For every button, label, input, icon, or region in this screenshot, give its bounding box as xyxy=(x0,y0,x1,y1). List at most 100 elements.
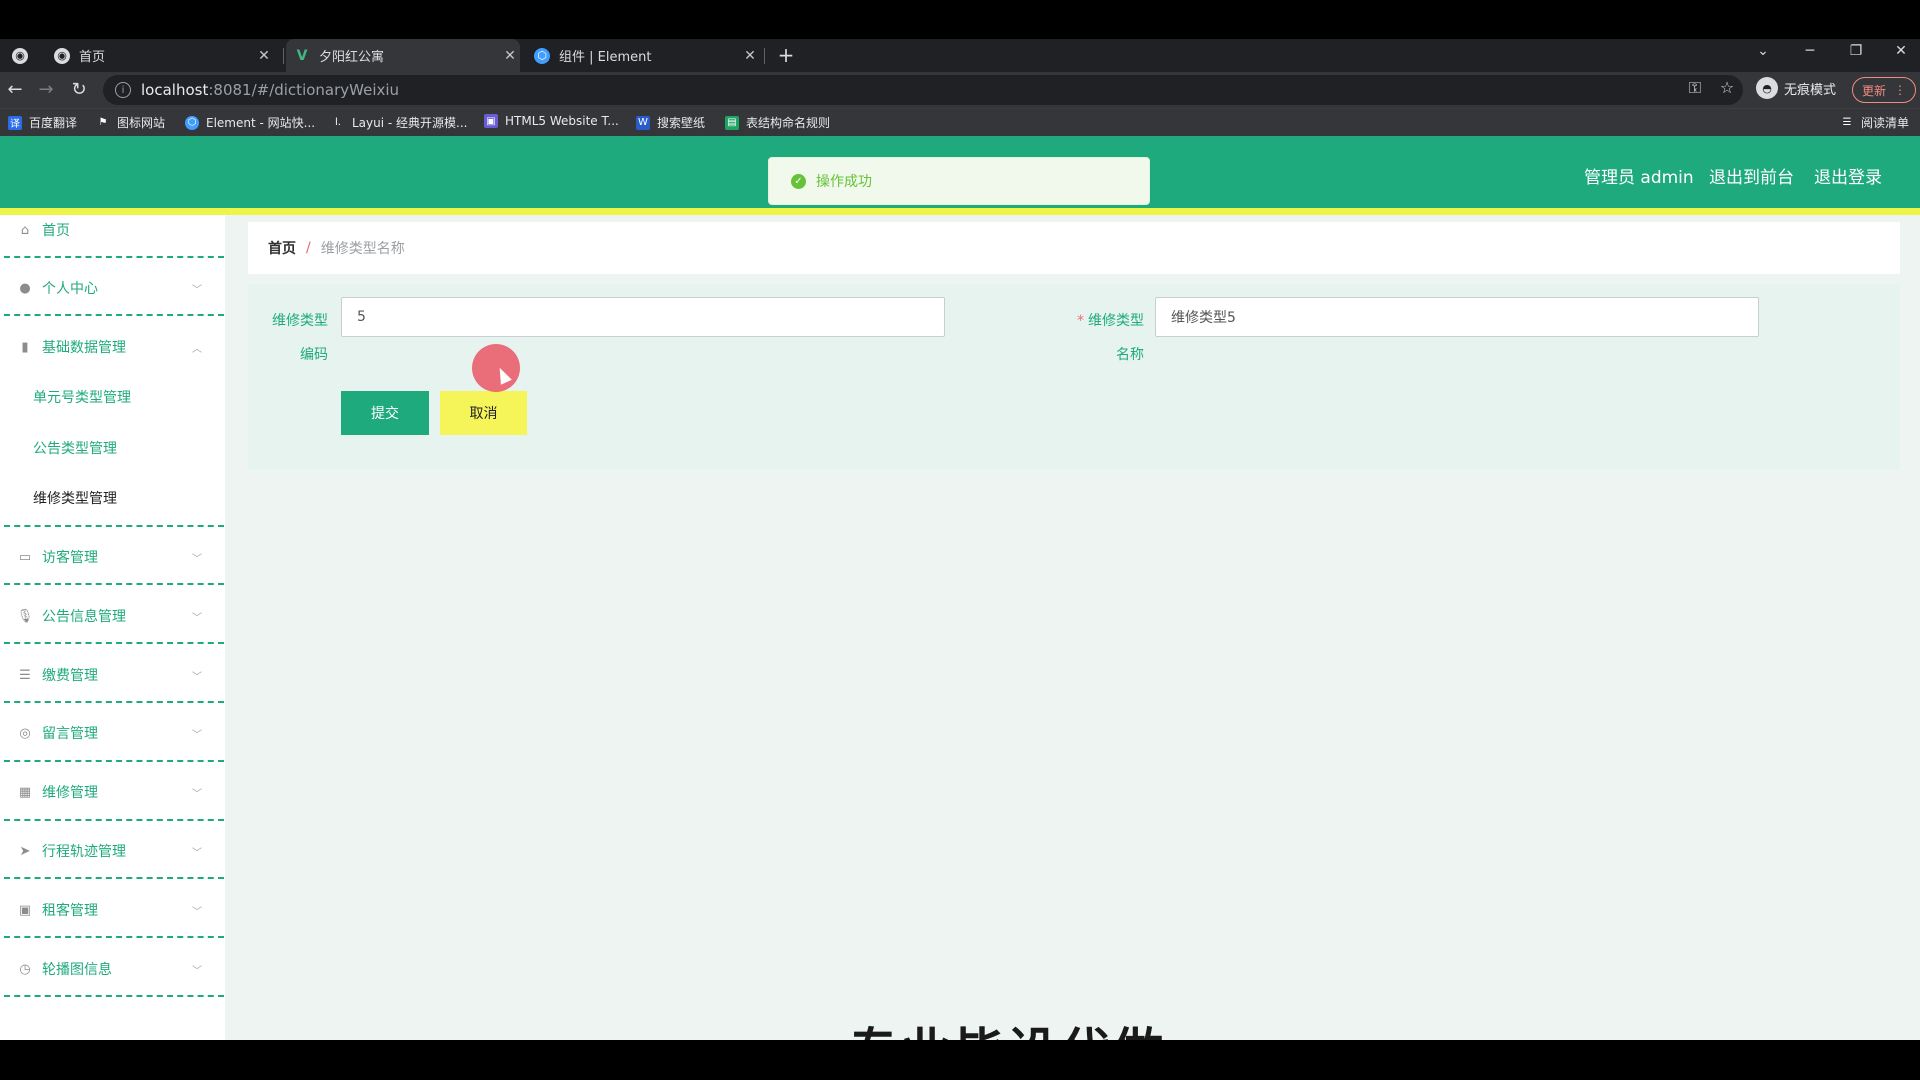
forward-arrow-icon[interactable]: → xyxy=(34,78,58,102)
chart-icon: ▮ xyxy=(21,339,29,355)
header-accent-line xyxy=(0,208,1920,215)
reading-list[interactable]: ☰ 阅读清单 xyxy=(1840,114,1910,131)
tab-apartment[interactable]: V 夕阳红公寓 ✕ xyxy=(286,39,520,72)
sidebar-item-label: 访客管理 xyxy=(42,550,98,566)
monitor-icon: ▭ xyxy=(18,549,32,565)
chevron-down-icon: ﹀ xyxy=(192,847,202,859)
sidebar-subitem-repair-type[interactable]: 维修类型管理 xyxy=(33,488,117,508)
bookmark-item[interactable]: ⚑ 图标网站 xyxy=(96,114,166,131)
update-button[interactable]: 更新 ⋮ xyxy=(1852,77,1916,103)
required-mark: * xyxy=(1077,313,1084,329)
bookmark-item[interactable]: ⬡ Element - 网站快... xyxy=(185,114,315,131)
reading-list-label: 阅读清单 xyxy=(1861,116,1910,130)
incognito-icon: ◓ xyxy=(1756,77,1778,99)
sidebar-item-label: 租客管理 xyxy=(42,903,98,919)
logout-link[interactable]: 退出登录 xyxy=(1814,163,1882,188)
breadcrumb-home[interactable]: 首页 xyxy=(268,238,296,258)
name-label-text: 维修类型 xyxy=(1088,313,1144,329)
bookmark-item[interactable]: ▣ HTML5 Website T... xyxy=(484,114,619,128)
reload-icon[interactable]: ↻ xyxy=(67,78,91,102)
chevron-up-icon: ︿ xyxy=(192,343,202,355)
repair-type-name-input[interactable]: 维修类型5 xyxy=(1155,297,1759,337)
sidebar-item-carousel[interactable]: ◷ 轮播图信息 ﹀ xyxy=(0,957,225,981)
bookmark-label: Element - 网站快... xyxy=(206,116,316,130)
star-icon[interactable]: ☆ xyxy=(1716,78,1738,97)
url-path: :8081/#/dictionaryWeixiu xyxy=(208,81,400,99)
sidebar-item-repair[interactable]: ▦ 维修管理 ﹀ xyxy=(0,780,225,804)
sidebar-subitem-notice-type[interactable]: 公告类型管理 xyxy=(33,438,117,458)
sidebar-item-label: 轮播图信息 xyxy=(42,962,112,978)
browser-toolbar: ← → ↻ i localhost:8081/#/dictionaryWeixi… xyxy=(0,72,1920,108)
window-close-icon[interactable]: ✕ xyxy=(1886,43,1916,59)
tab-label: 夕阳红公寓 xyxy=(319,50,385,65)
sidebar-subitem-unit-type[interactable]: 单元号类型管理 xyxy=(33,387,131,407)
bookmark-item[interactable]: ▤ 表结构命名规则 xyxy=(725,114,830,131)
tab-separator xyxy=(764,48,765,64)
tab-element[interactable]: ⬡ 组件 | Element ✕ xyxy=(530,39,760,72)
url-host: localhost xyxy=(141,81,209,99)
sidebar-item-notice[interactable]: 🎙 公告信息管理 ﹀ xyxy=(0,604,225,628)
basketball-icon: ◎ xyxy=(19,725,31,741)
close-icon[interactable]: ✕ xyxy=(500,48,520,64)
divider xyxy=(4,877,224,879)
sidebar-item-visitor[interactable]: ▭ 访客管理 ﹀ xyxy=(0,545,225,569)
element-icon: ⬡ xyxy=(534,47,550,64)
close-icon[interactable]: ✕ xyxy=(254,48,274,64)
bookmark-label: 搜索壁纸 xyxy=(657,116,706,130)
tab-label: 首页 xyxy=(79,50,106,65)
close-icon[interactable]: ✕ xyxy=(740,48,760,64)
check-circle-icon: ✓ xyxy=(791,173,806,189)
divider xyxy=(4,583,224,585)
sidebar-item-payment[interactable]: ☰ 缴费管理 ﹀ xyxy=(0,663,225,687)
chevron-down-icon: ﹀ xyxy=(192,612,202,624)
chevron-down-icon: ﹀ xyxy=(192,671,202,683)
bookmark-item[interactable]: l. Layui - 经典开源模... xyxy=(331,114,467,131)
divider xyxy=(4,936,224,938)
breadcrumb: 首页 / 维修类型名称 xyxy=(248,222,1900,274)
url-text: localhost:8081/#/dictionaryWeixiu xyxy=(141,81,399,99)
incognito-indicator[interactable]: ◓ 无痕模式 xyxy=(1756,77,1836,99)
sidebar-item-label: 缴费管理 xyxy=(42,668,98,684)
success-toast: ✓ 操作成功 xyxy=(768,157,1150,205)
key-icon[interactable]: ⚿ xyxy=(1684,78,1706,98)
chevron-down-icon: ﹀ xyxy=(192,965,202,977)
bookmark-item[interactable]: 译百度翻译 xyxy=(8,114,77,131)
repair-type-code-input[interactable]: 5 xyxy=(341,297,945,337)
reading-list-icon: ☰ xyxy=(1842,117,1852,128)
bookmark-item[interactable]: W 搜索壁纸 xyxy=(636,114,705,131)
new-tab-button[interactable]: + xyxy=(774,43,798,67)
sidebar-item-message[interactable]: ◎ 留言管理 ﹀ xyxy=(0,721,225,745)
minimize-icon[interactable]: ─ xyxy=(1795,43,1825,59)
tab-home[interactable]: ◉ 首页 ✕ xyxy=(52,39,274,72)
toast-message: 操作成功 xyxy=(816,174,872,190)
sidebar-item-personal[interactable]: ● 个人中心 ﹀ xyxy=(0,276,225,300)
sidebar-item-trajectory[interactable]: ➤ 行程轨迹管理 ﹀ xyxy=(0,839,225,863)
element-icon: ⬡ xyxy=(185,115,199,130)
divider xyxy=(4,256,224,258)
tab-strip: ◉ ◉ 首页 ✕ V 夕阳红公寓 ✕ ⬡ 组件 | Element ✕ + ⌄ … xyxy=(0,39,1920,72)
microphone-icon: 🎙 xyxy=(16,608,34,624)
sliders-icon: ☰ xyxy=(19,667,31,683)
sidebar-item-tenant[interactable]: ▣ 租客管理 ﹀ xyxy=(0,898,225,922)
address-bar[interactable]: i localhost:8081/#/dictionaryWeixiu xyxy=(103,75,1743,105)
chevron-down-icon: ﹀ xyxy=(192,284,202,296)
site-info-icon[interactable]: i xyxy=(115,82,131,98)
tab-search-icon[interactable]: ◉ xyxy=(12,39,38,72)
globe-icon: ◉ xyxy=(12,47,28,64)
sidebar-item-label: 留言管理 xyxy=(42,726,98,742)
user-icon: ● xyxy=(19,280,31,296)
sidebar-item-home[interactable]: ⌂ 首页 xyxy=(0,218,225,242)
cancel-button[interactable]: 取消 xyxy=(440,391,527,435)
restore-icon[interactable]: ❐ xyxy=(1841,43,1871,59)
code-label-line2: 编码 xyxy=(300,347,328,363)
divider xyxy=(4,819,224,821)
bookmark-label: 表结构命名规则 xyxy=(746,116,831,130)
back-to-front-link[interactable]: 退出到前台 xyxy=(1709,163,1794,188)
tab-search-chevron-icon[interactable]: ⌄ xyxy=(1748,43,1778,59)
sidebar-item-label: 基础数据管理 xyxy=(42,340,126,356)
back-arrow-icon[interactable]: ← xyxy=(3,78,27,102)
divider xyxy=(4,525,224,527)
submit-button[interactable]: 提交 xyxy=(341,391,429,435)
chevron-down-icon: ﹀ xyxy=(192,553,202,565)
sidebar-item-base-data[interactable]: ▮ 基础数据管理 ︿ xyxy=(0,335,225,359)
